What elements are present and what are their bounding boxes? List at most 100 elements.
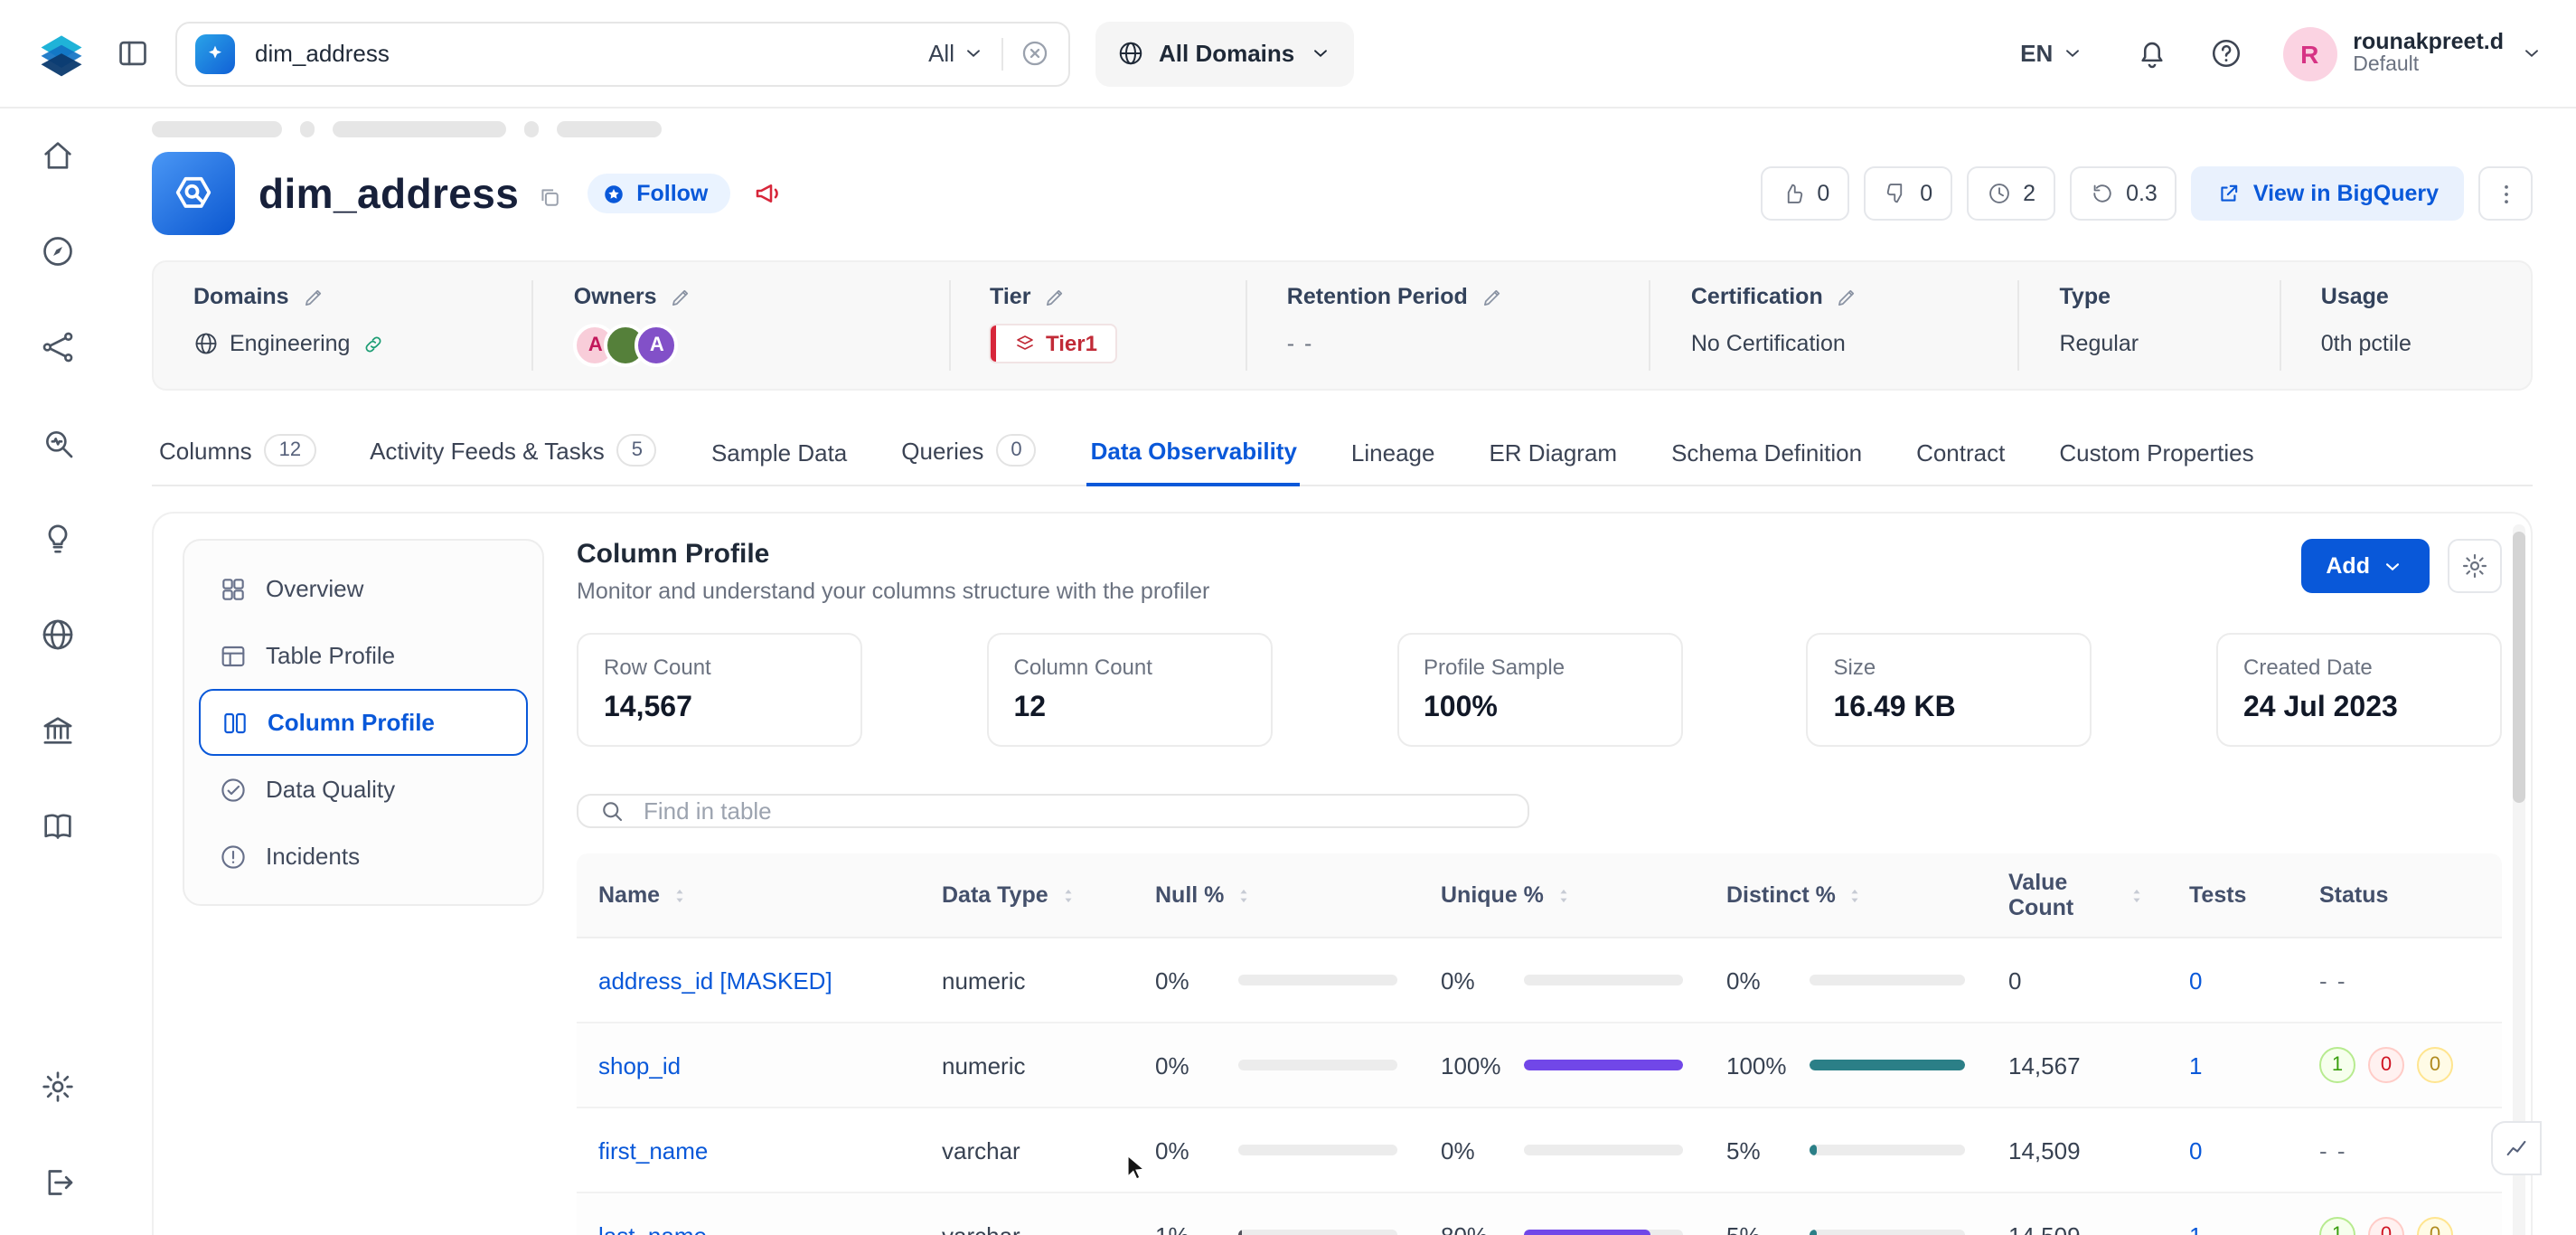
floating-insights-widget[interactable] — [2491, 1122, 2542, 1176]
columns-icon — [221, 709, 249, 738]
tests-link[interactable]: 1 — [2189, 1222, 2202, 1235]
meta-certification-label: Certification — [1691, 284, 1823, 309]
sort-icon — [1555, 884, 1573, 908]
settings-icon[interactable] — [40, 1069, 76, 1110]
domains-icon[interactable] — [40, 617, 76, 658]
globe-icon — [1117, 40, 1144, 67]
column-header-data-type[interactable]: Data Type — [920, 867, 1133, 925]
data-type: varchar — [920, 1127, 1133, 1175]
progress-bar — [1524, 976, 1683, 986]
tests-link[interactable]: 0 — [2189, 1137, 2202, 1164]
observability-icon[interactable] — [40, 425, 76, 467]
lineage-icon[interactable] — [40, 329, 76, 371]
column-name-link[interactable]: address_id [MASKED] — [598, 967, 832, 995]
scrollbar-thumb[interactable] — [2513, 533, 2525, 804]
tab-custom-properties[interactable]: Custom Properties — [2055, 426, 2257, 486]
search-input[interactable] — [251, 38, 912, 69]
summary-cards: Row Count14,567Column Count12Profile Sam… — [577, 634, 2502, 748]
more-actions-button[interactable] — [2478, 166, 2533, 221]
column-name-link[interactable]: last_name — [598, 1222, 707, 1235]
column-header-value-count[interactable]: Value Count — [1987, 854, 2167, 938]
tab-columns[interactable]: Columns12 — [155, 420, 319, 486]
thumb-up-count: 0 — [1817, 181, 1829, 206]
chevron-down-icon — [2060, 42, 2083, 65]
tab-contract[interactable]: Contract — [1913, 426, 2008, 486]
find-in-table-input[interactable] — [640, 797, 1508, 827]
copy-name-icon[interactable] — [537, 184, 562, 210]
column-header-unique-[interactable]: Unique % — [1419, 867, 1705, 925]
column-header-name[interactable]: Name — [577, 867, 920, 925]
profiler-nav-data-quality[interactable]: Data Quality — [199, 757, 528, 824]
tab-er-diagram[interactable]: ER Diagram — [1485, 426, 1621, 486]
clock-button[interactable]: 2 — [1967, 166, 2055, 221]
profiler-nav: OverviewTable ProfileColumn ProfileData … — [183, 540, 544, 907]
tests-link[interactable]: 1 — [2189, 1052, 2202, 1079]
help-icon[interactable] — [2208, 36, 2242, 71]
sidebar-toggle-icon[interactable] — [116, 36, 150, 71]
globe-icon — [193, 331, 219, 356]
glossary-icon[interactable] — [40, 808, 76, 850]
tab-schema-definition[interactable]: Schema Definition — [1668, 426, 1866, 486]
announcement-icon[interactable] — [751, 177, 784, 210]
tier-tag[interactable]: Tier1 — [990, 325, 1115, 362]
insights-icon[interactable] — [40, 521, 76, 562]
column-header-null-[interactable]: Null % — [1133, 867, 1419, 925]
main-content: dim_address Follow 0020.3 View in — [116, 108, 2576, 1235]
governance-icon[interactable] — [40, 712, 76, 754]
search-scope-select[interactable]: All — [928, 40, 985, 67]
column-name-link[interactable]: first_name — [598, 1137, 708, 1164]
tab-lineage[interactable]: Lineage — [1348, 426, 1439, 486]
profiler-nav-table-profile[interactable]: Table Profile — [199, 623, 528, 690]
profiler-nav-overview[interactable]: Overview — [199, 556, 528, 623]
add-button[interactable]: Add — [2300, 540, 2430, 594]
tab-sample-data[interactable]: Sample Data — [708, 426, 851, 486]
column-header-distinct-[interactable]: Distinct % — [1705, 867, 1987, 925]
notifications-bell-icon[interactable] — [2134, 36, 2168, 71]
status-badge-failed: 0 — [2368, 1048, 2404, 1084]
topbar: All All Domains EN — [0, 0, 2576, 108]
meta-type-label: Type — [2060, 284, 2111, 309]
app-logo-icon[interactable] — [33, 24, 90, 82]
tab-queries[interactable]: Queries0 — [898, 420, 1039, 486]
pct-cell: 1% — [1133, 1211, 1419, 1235]
edit-retention-icon[interactable] — [1481, 285, 1504, 308]
home-icon[interactable] — [40, 137, 76, 179]
progress-bar — [1238, 976, 1397, 986]
logout-icon[interactable] — [40, 1164, 76, 1206]
entity-tabs: Columns12 Activity Feeds & Tasks5 Sample D… — [152, 420, 2533, 487]
profiler-settings-button[interactable] — [2448, 540, 2502, 594]
meta-retention-value: - - — [1287, 324, 1610, 363]
edit-domains-icon[interactable] — [302, 285, 325, 308]
explore-icon[interactable] — [40, 233, 76, 275]
edit-certification-icon[interactable] — [1836, 285, 1859, 308]
view-in-bigquery-button[interactable]: View in BigQuery — [2192, 166, 2464, 221]
tab-activity-feeds-tasks[interactable]: Activity Feeds & Tasks5 — [366, 420, 661, 486]
history-button[interactable]: 0.3 — [2070, 166, 2177, 221]
tests-link[interactable]: 0 — [2189, 967, 2202, 995]
meta-type: TypeRegular — [2020, 280, 2281, 371]
clock-count: 2 — [2023, 181, 2035, 206]
stat-card-created-date: Created Date24 Jul 2023 — [2216, 634, 2502, 748]
column-name-link[interactable]: shop_id — [598, 1052, 681, 1079]
chevron-down-icon — [962, 42, 985, 65]
thumb-down-button[interactable]: 0 — [1864, 166, 1952, 221]
domain-filter-select[interactable]: All Domains — [1095, 21, 1354, 86]
meta-domains-value[interactable]: Engineering — [193, 324, 493, 363]
clear-search-icon[interactable] — [1020, 38, 1050, 69]
follow-button[interactable]: Follow — [588, 174, 729, 213]
profiler-nav-incidents[interactable]: Incidents — [199, 824, 528, 891]
owner-avatar-3[interactable]: A — [635, 324, 679, 367]
profiler-body: Column Profile Monitor and understand yo… — [577, 540, 2502, 1235]
edit-owners-icon[interactable] — [670, 285, 693, 308]
data-type: varchar — [920, 1211, 1133, 1235]
edit-tier-icon[interactable] — [1043, 285, 1067, 308]
language-select[interactable]: EN — [2020, 40, 2083, 67]
tab-label: Schema Definition — [1671, 440, 1862, 467]
external-link-icon — [2217, 181, 2242, 206]
tab-data-observability[interactable]: Data Observability — [1087, 424, 1301, 487]
stat-value: 100% — [1424, 693, 1655, 726]
history-icon — [2090, 181, 2115, 206]
thumb-up-button[interactable]: 0 — [1761, 166, 1849, 221]
profiler-nav-column-profile[interactable]: Column Profile — [199, 690, 528, 757]
user-menu[interactable]: R rounakpreet.d Default — [2282, 26, 2543, 80]
